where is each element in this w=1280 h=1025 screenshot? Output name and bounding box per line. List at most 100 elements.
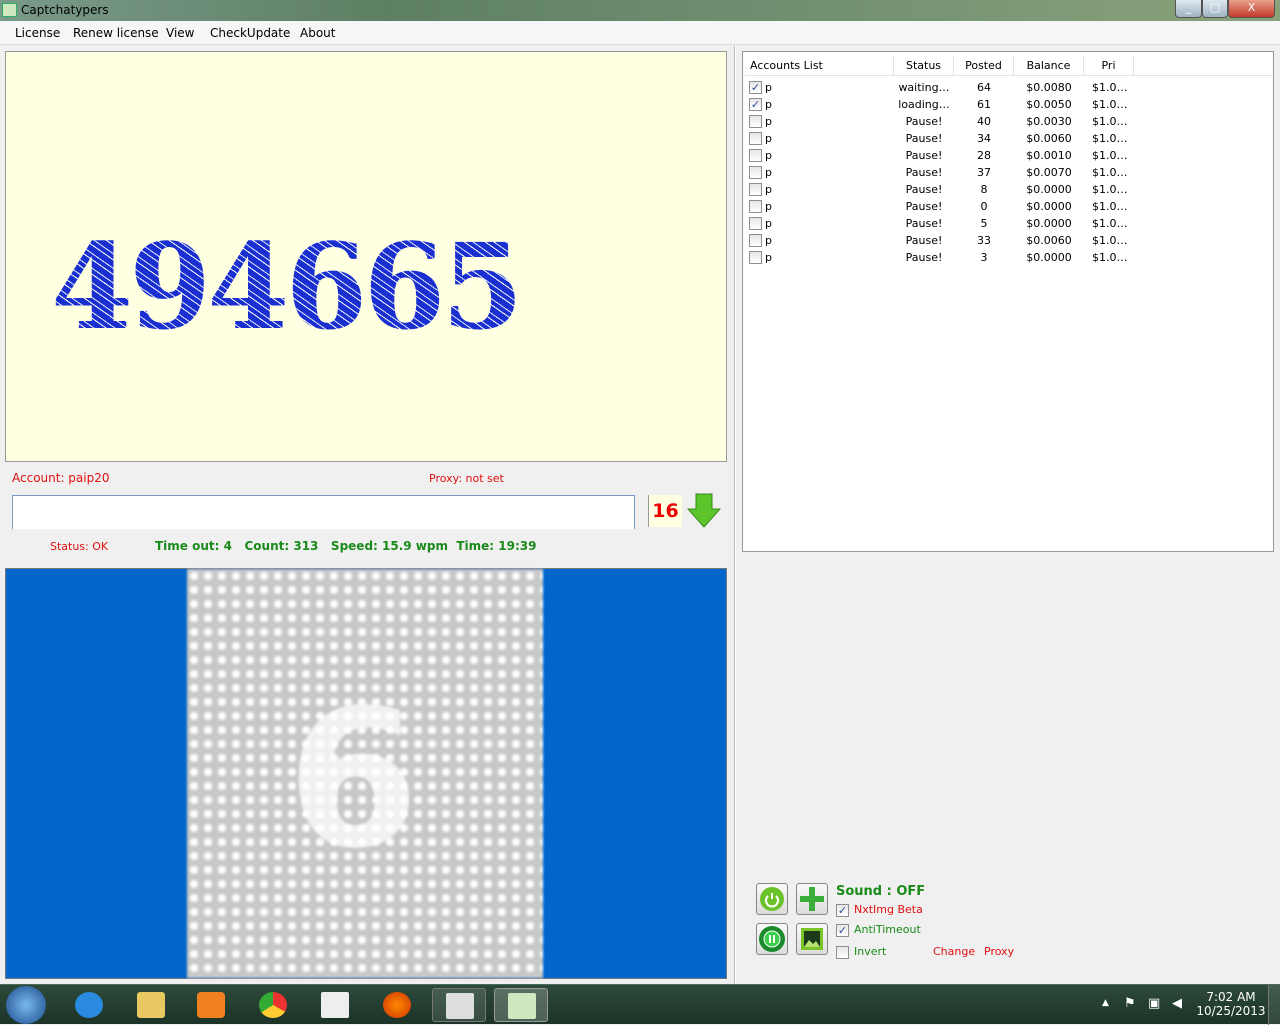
window-app-icon[interactable]: [432, 988, 486, 1022]
nxtimg-checkbox[interactable]: ✓: [836, 904, 849, 917]
account-status: Pause!: [905, 200, 943, 213]
account-status: Pause!: [905, 149, 943, 162]
account-checkbox[interactable]: ✓: [749, 81, 762, 94]
account-row[interactable]: p Pause! 3 $0.0000 $1.0…: [747, 249, 1147, 266]
column-pri[interactable]: Pri: [1084, 56, 1134, 76]
action-center-flag-icon[interactable]: ⚑: [1124, 996, 1136, 1011]
stats-label: Time out: 4 Count: 313 Speed: 15.9 wpm T…: [155, 539, 537, 553]
antitimeout-checkbox[interactable]: ✓: [836, 924, 849, 937]
menu-renew-license[interactable]: Renew license: [73, 26, 159, 40]
taskbar: ▲ ⚑ ▣ ◀ 7:02 AM 10/25/2013: [0, 984, 1280, 1025]
add-account-button[interactable]: [796, 883, 828, 915]
start-menu-icon[interactable]: [6, 986, 46, 1024]
captcha-answer-input[interactable]: [12, 495, 635, 529]
account-posted: 8: [980, 183, 988, 196]
show-desktop-button[interactable]: [1268, 985, 1280, 1025]
sound-toggle[interactable]: Sound : OFF: [836, 884, 925, 899]
image-button[interactable]: [796, 923, 828, 955]
account-posted: 37: [977, 166, 991, 179]
captchatypers-taskbar-icon[interactable]: [494, 988, 548, 1022]
proxy-label: Proxy: not set: [429, 472, 504, 485]
account-posted: 40: [977, 115, 991, 128]
account-pri: $1.0…: [1092, 81, 1128, 94]
clock[interactable]: 7:02 AM 10/25/2013: [1196, 990, 1266, 1018]
account-checkbox[interactable]: ✓: [749, 98, 762, 111]
account-pri: $1.0…: [1092, 200, 1128, 213]
column-posted[interactable]: Posted: [954, 56, 1014, 76]
account-status: Pause!: [905, 115, 943, 128]
account-checkbox[interactable]: [749, 149, 762, 162]
firefox-icon[interactable]: [370, 988, 424, 1022]
account-checkbox[interactable]: [749, 234, 762, 247]
submit-arrow-icon[interactable]: [686, 493, 722, 529]
menu-checkupdate[interactable]: CheckUpdate: [210, 26, 290, 40]
account-balance: $0.0030: [1026, 115, 1072, 128]
account-status: Pause!: [905, 132, 943, 145]
column-status[interactable]: Status: [894, 56, 954, 76]
account-name: p: [765, 234, 772, 247]
account-row[interactable]: ✓ p loading… 61 $0.0050 $1.0…: [747, 96, 1147, 113]
account-name: p: [765, 217, 772, 230]
title-bar: Captchatypers _ □ X: [0, 0, 1280, 21]
chrome-icon[interactable]: [246, 988, 300, 1022]
account-checkbox[interactable]: [749, 166, 762, 179]
account-balance: $0.0080: [1026, 81, 1072, 94]
account-row[interactable]: p Pause! 5 $0.0000 $1.0…: [747, 215, 1147, 232]
volume-icon[interactable]: ◀: [1172, 996, 1182, 1011]
account-balance: $0.0050: [1026, 98, 1072, 111]
account-row[interactable]: p Pause! 33 $0.0060 $1.0…: [747, 232, 1147, 249]
account-row[interactable]: p Pause! 8 $0.0000 $1.0…: [747, 181, 1147, 198]
change-proxy-link[interactable]: Change: [933, 945, 975, 958]
account-checkbox[interactable]: [749, 183, 762, 196]
feather-app-icon[interactable]: [308, 988, 362, 1022]
pause-button[interactable]: [756, 923, 788, 955]
column-accounts-list[interactable]: Accounts List: [745, 56, 894, 76]
account-pri: $1.0…: [1092, 166, 1128, 179]
clock-date: 10/25/2013: [1196, 1004, 1266, 1018]
media-player-icon[interactable]: [184, 988, 238, 1022]
start-button[interactable]: [756, 883, 788, 915]
accounts-list: Accounts List Status Posted Balance Pri …: [742, 51, 1274, 552]
column-balance[interactable]: Balance: [1014, 56, 1084, 76]
window-title: Captchatypers: [21, 3, 109, 17]
account-row[interactable]: p Pause! 34 $0.0060 $1.0…: [747, 130, 1147, 147]
status-label: Status: OK: [50, 540, 109, 553]
account-row[interactable]: p Pause! 40 $0.0030 $1.0…: [747, 113, 1147, 130]
account-name: p: [765, 183, 772, 196]
antitimeout-label: AntiTimeout: [854, 923, 921, 936]
network-icon[interactable]: ▣: [1148, 996, 1160, 1011]
menu-license[interactable]: License: [15, 26, 60, 40]
column-filler: [1134, 56, 1273, 76]
invert-label: Invert: [854, 945, 887, 958]
show-hidden-icons[interactable]: ▲: [1102, 998, 1109, 1008]
captcha-image: 494665: [5, 51, 727, 462]
account-checkbox[interactable]: [749, 132, 762, 145]
panel-divider[interactable]: [734, 46, 736, 984]
account-status: Pause!: [905, 234, 943, 247]
explorer-icon[interactable]: [124, 988, 178, 1022]
close-button[interactable]: X: [1228, 0, 1275, 18]
account-row[interactable]: p Pause! 0 $0.0000 $1.0…: [747, 198, 1147, 215]
proxy-link[interactable]: Proxy: [984, 945, 1014, 958]
account-balance: $0.0000: [1026, 251, 1072, 264]
account-pri: $1.0…: [1092, 115, 1128, 128]
minimize-button[interactable]: _: [1175, 0, 1202, 18]
account-checkbox[interactable]: [749, 251, 762, 264]
account-pri: $1.0…: [1092, 234, 1128, 247]
account-row[interactable]: p Pause! 28 $0.0010 $1.0…: [747, 147, 1147, 164]
account-row[interactable]: p Pause! 37 $0.0070 $1.0…: [747, 164, 1147, 181]
account-row[interactable]: ✓ p waiting… 64 $0.0080 $1.0…: [747, 79, 1147, 96]
invert-checkbox[interactable]: [836, 946, 849, 959]
account-checkbox[interactable]: [749, 217, 762, 230]
maximize-button[interactable]: □: [1202, 0, 1228, 18]
account-name: p: [765, 132, 772, 145]
account-posted: 34: [977, 132, 991, 145]
menu-view[interactable]: View: [166, 26, 194, 40]
account-checkbox[interactable]: [749, 115, 762, 128]
account-checkbox[interactable]: [749, 200, 762, 213]
account-pri: $1.0…: [1092, 183, 1128, 196]
menu-about[interactable]: About: [300, 26, 335, 40]
ie-icon[interactable]: [62, 988, 116, 1022]
account-balance: $0.0000: [1026, 183, 1072, 196]
account-name: p: [765, 149, 772, 162]
